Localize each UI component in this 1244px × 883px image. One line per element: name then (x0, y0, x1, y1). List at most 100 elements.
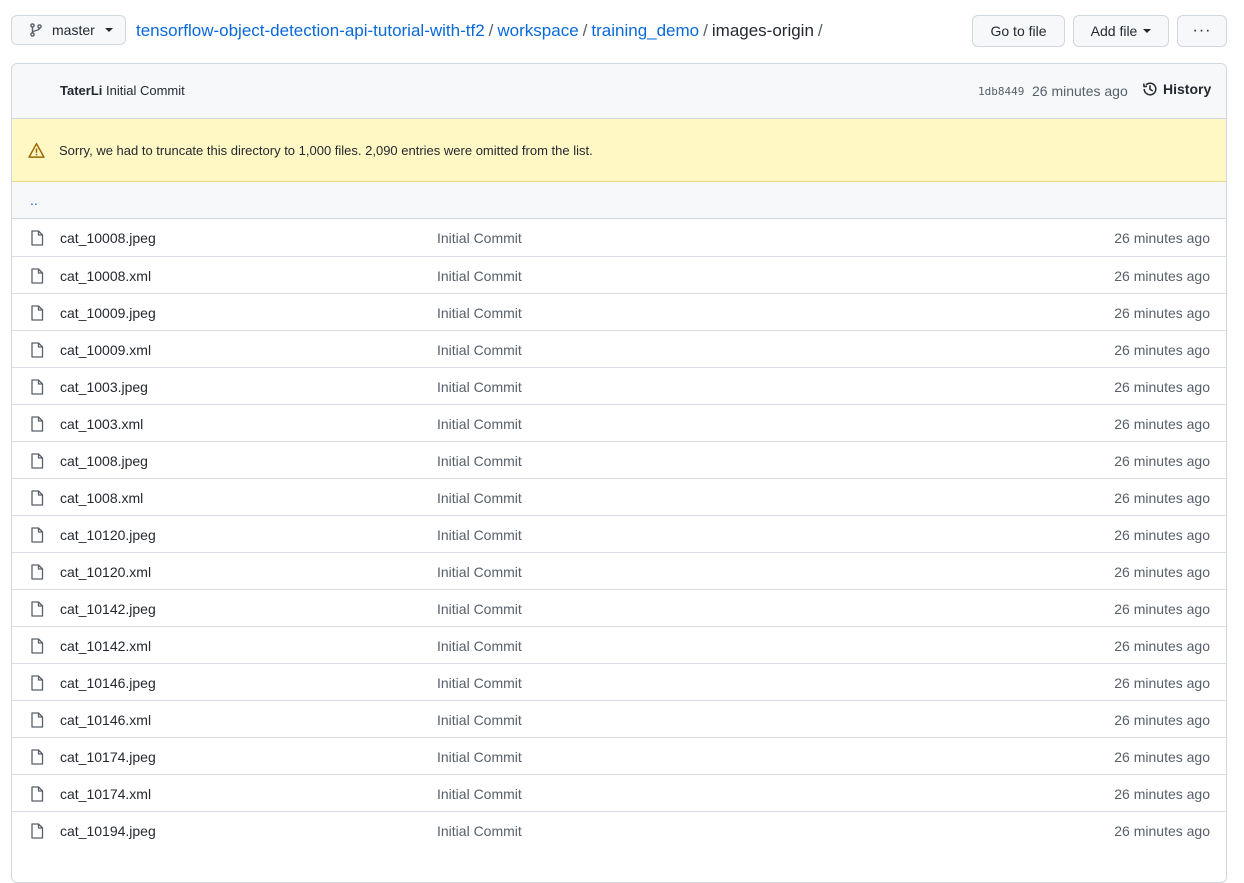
file-commit-message[interactable]: Initial Commit (437, 230, 522, 246)
file-icon (30, 712, 44, 728)
file-row[interactable]: cat_10174.jpeg Initial Commit 26 minutes a… (12, 737, 1226, 774)
file-commit-message[interactable]: Initial Commit (437, 490, 522, 506)
truncation-warning-text: Sorry, we had to truncate this directory… (59, 143, 593, 158)
file-commit-message[interactable]: Initial Commit (437, 786, 522, 802)
breadcrumb-repo-link[interactable]: tensorflow-object-detection-api-tutorial… (136, 21, 485, 40)
file-commit-message[interactable]: Initial Commit (437, 527, 522, 543)
commit-sha[interactable]: 1db8449 (978, 85, 1024, 98)
latest-commit-bar: TaterLi Initial Commit 1db8449 26 minute… (12, 64, 1226, 119)
file-name-link[interactable]: cat_1008.jpeg (60, 453, 148, 469)
file-commit-time: 26 minutes ago (1114, 379, 1210, 395)
file-row[interactable]: cat_1008.jpeg Initial Commit 26 minutes ag… (12, 441, 1226, 478)
file-name-link[interactable]: cat_10146.xml (60, 712, 151, 728)
add-file-button[interactable]: Add file (1073, 15, 1169, 47)
file-commit-message[interactable]: Initial Commit (437, 305, 522, 321)
file-commit-message[interactable]: Initial Commit (437, 564, 522, 580)
file-name-link[interactable]: cat_10008.jpeg (60, 230, 156, 246)
commit-author[interactable]: TaterLi (60, 83, 102, 98)
file-commit-message[interactable]: Initial Commit (437, 453, 522, 469)
file-icon (30, 268, 44, 284)
history-icon (1142, 81, 1158, 97)
file-row[interactable]: cat_10194.jpeg Initial Commit 26 minutes a… (12, 811, 1226, 848)
file-commit-message[interactable]: Initial Commit (437, 601, 522, 617)
file-commit-message[interactable]: Initial Commit (437, 342, 522, 358)
file-row[interactable]: cat_1003.xml Initial Commit 26 minutes ago (12, 404, 1226, 441)
go-to-file-button[interactable]: Go to file (972, 15, 1065, 47)
history-label: History (1163, 81, 1212, 97)
file-name-link[interactable]: cat_10174.jpeg (60, 749, 156, 765)
file-name-link[interactable]: cat_10146.jpeg (60, 675, 156, 691)
file-commit-time: 26 minutes ago (1114, 749, 1210, 765)
chevron-down-icon (104, 28, 113, 32)
file-commit-time: 26 minutes ago (1114, 268, 1210, 284)
parent-directory-row[interactable]: .. (12, 182, 1226, 219)
more-options-button[interactable]: ··· (1177, 15, 1227, 47)
file-icon (30, 823, 44, 839)
branch-selector-button[interactable]: master (11, 15, 126, 45)
file-commit-time: 26 minutes ago (1114, 675, 1210, 691)
file-commit-time: 26 minutes ago (1114, 601, 1210, 617)
git-branch-icon (28, 22, 44, 38)
file-name-link[interactable]: cat_10008.xml (60, 268, 151, 284)
file-commit-message[interactable]: Initial Commit (437, 379, 522, 395)
breadcrumb-training-demo-link[interactable]: training_demo (591, 21, 699, 40)
file-row[interactable]: cat_10120.jpeg Initial Commit 26 minutes a… (12, 515, 1226, 552)
file-commit-message[interactable]: Initial Commit (437, 823, 522, 839)
file-list: cat_10008.jpeg Initial Commit 26 minutes a… (12, 219, 1226, 848)
file-row[interactable]: cat_1003.jpeg Initial Commit 26 minutes ag… (12, 367, 1226, 404)
file-commit-message[interactable]: Initial Commit (437, 712, 522, 728)
file-icon (30, 416, 44, 432)
file-commit-message[interactable]: Initial Commit (437, 638, 522, 654)
breadcrumb-current-folder: images-origin (711, 21, 814, 40)
breadcrumb-separator: / (703, 21, 708, 40)
file-icon (30, 527, 44, 543)
file-name-link[interactable]: cat_10194.jpeg (60, 823, 156, 839)
file-row[interactable]: cat_1008.xml Initial Commit 26 minutes ago (12, 478, 1226, 515)
file-commit-time: 26 minutes ago (1114, 564, 1210, 580)
file-row[interactable]: cat_10142.xml Initial Commit 26 minutes ag… (12, 626, 1226, 663)
file-commit-time: 26 minutes ago (1114, 638, 1210, 654)
file-icon (30, 342, 44, 358)
file-icon (30, 490, 44, 506)
file-name-link[interactable]: cat_10142.xml (60, 638, 151, 654)
commit-message[interactable]: Initial Commit (106, 83, 185, 98)
file-commit-message[interactable]: Initial Commit (437, 416, 522, 432)
file-commit-message[interactable]: Initial Commit (437, 675, 522, 691)
file-row[interactable]: cat_10142.jpeg Initial Commit 26 minutes a… (12, 589, 1226, 626)
file-row[interactable]: cat_10009.jpeg Initial Commit 26 minutes a… (12, 293, 1226, 330)
repo-header: master tensorflow-object-detection-api-t… (0, 0, 1244, 63)
file-commit-time: 26 minutes ago (1114, 230, 1210, 246)
file-name-link[interactable]: cat_10120.xml (60, 564, 151, 580)
history-link[interactable]: History (1142, 81, 1211, 97)
file-commit-time: 26 minutes ago (1114, 342, 1210, 358)
kebab-horizontal-icon: ··· (1192, 22, 1212, 39)
file-icon (30, 749, 44, 765)
file-row[interactable]: cat_10009.xml Initial Commit 26 minutes ag… (12, 330, 1226, 367)
file-row[interactable]: cat_10008.jpeg Initial Commit 26 minutes a… (12, 219, 1226, 256)
file-commit-time: 26 minutes ago (1114, 712, 1210, 728)
file-row[interactable]: cat_10008.xml Initial Commit 26 minutes ag… (12, 256, 1226, 293)
file-row[interactable]: cat_10120.xml Initial Commit 26 minutes ag… (12, 552, 1226, 589)
file-commit-message[interactable]: Initial Commit (437, 749, 522, 765)
file-commit-time: 26 minutes ago (1114, 305, 1210, 321)
file-icon (30, 230, 44, 246)
breadcrumb-workspace-link[interactable]: workspace (497, 21, 578, 40)
file-commit-message[interactable]: Initial Commit (437, 268, 522, 284)
truncation-warning: Sorry, we had to truncate this directory… (12, 119, 1226, 182)
file-name-link[interactable]: cat_1003.xml (60, 416, 143, 432)
file-name-link[interactable]: cat_10120.jpeg (60, 527, 156, 543)
file-row[interactable]: cat_10146.xml Initial Commit 26 minutes ag… (12, 700, 1226, 737)
file-name-link[interactable]: cat_10142.jpeg (60, 601, 156, 617)
file-name-link[interactable]: cat_10174.xml (60, 786, 151, 802)
file-name-link[interactable]: cat_10009.jpeg (60, 305, 156, 321)
file-name-link[interactable]: cat_1008.xml (60, 490, 143, 506)
file-name-link[interactable]: cat_10009.xml (60, 342, 151, 358)
file-commit-time: 26 minutes ago (1114, 527, 1210, 543)
file-name-link[interactable]: cat_1003.jpeg (60, 379, 148, 395)
parent-directory-link[interactable]: .. (30, 192, 38, 208)
add-file-label: Add file (1090, 23, 1138, 39)
file-row[interactable]: cat_10146.jpeg Initial Commit 26 minutes a… (12, 663, 1226, 700)
commit-time: 26 minutes ago (1032, 83, 1128, 99)
file-icon (30, 564, 44, 580)
file-row[interactable]: cat_10174.xml Initial Commit 26 minutes ag… (12, 774, 1226, 811)
